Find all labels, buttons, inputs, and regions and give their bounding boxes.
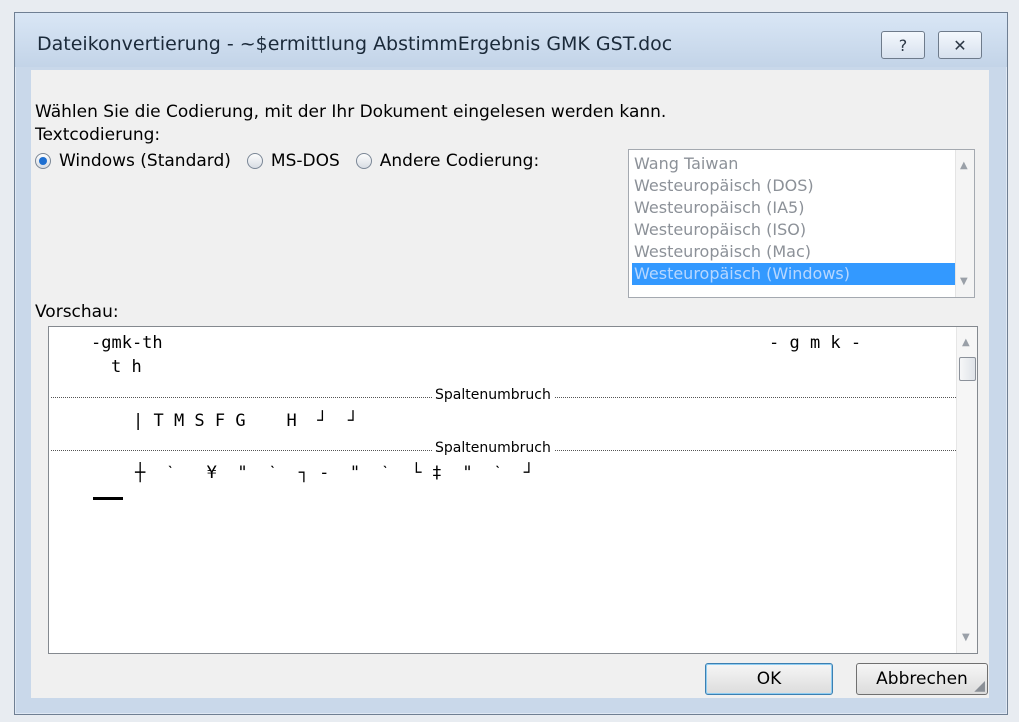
preview-line: -gmk-th (91, 333, 163, 353)
column-break-label: Spaltenumbruch (432, 440, 554, 456)
preview-line: | T M S F G H ┘ ┘ (133, 411, 359, 431)
preview-label: Vorschau: (35, 302, 119, 322)
radio-windows[interactable]: Windows (Standard) (35, 151, 231, 171)
title-bar[interactable]: Dateikonvertierung - ~$ermittlung Abstim… (15, 13, 1007, 67)
close-button[interactable]: ✕ (938, 31, 982, 59)
radio-other-label: Andere Codierung: (379, 151, 540, 171)
help-button[interactable]: ? (881, 31, 925, 59)
preview-scrollbar[interactable]: ▲ ▼ (956, 327, 977, 653)
preview-pane[interactable]: -gmk-th - g m k - t h Spaltenumbruch | T… (48, 326, 978, 654)
encoding-item[interactable]: Westeuropäisch (DOS) (634, 175, 954, 197)
encoding-item-selected[interactable]: Westeuropäisch (Windows) (632, 263, 967, 285)
encoding-listbox[interactable]: Wang Taiwan Westeuropäisch (DOS) Westeur… (628, 149, 975, 298)
preview-line: t h (111, 357, 142, 377)
radio-msdos[interactable]: MS-DOS (246, 151, 340, 171)
preview-line: ┼ ˋ ¥ " ˋ ┐ - " ˋ └ ‡ " ˋ ┘ (135, 463, 535, 483)
cancel-button[interactable]: Abbrechen (856, 663, 988, 695)
radio-msdos-label: MS-DOS (270, 151, 340, 171)
resize-grip-icon[interactable]: ◢ (974, 678, 985, 694)
scrollbar-thumb[interactable] (959, 357, 976, 381)
dialog-body: Wählen Sie die Codierung, mit der Ihr Do… (31, 70, 989, 698)
encoding-radio-group: Windows (Standard) MS-DOS Andere Codieru… (35, 151, 555, 171)
encoding-label: Textcodierung: (35, 125, 161, 145)
scroll-down-icon[interactable]: ▼ (962, 632, 970, 643)
radio-windows-label: Windows (Standard) (59, 151, 231, 171)
encoding-item[interactable]: Wang Taiwan (634, 153, 954, 175)
encoding-item[interactable]: Westeuropäisch (IA5) (634, 197, 954, 219)
window-title: Dateikonvertierung - ~$ermittlung Abstim… (37, 33, 673, 55)
encoding-item[interactable]: Westeuropäisch (Mac) (634, 241, 954, 263)
preview-underline (93, 497, 123, 500)
radio-other[interactable]: Andere Codierung: (355, 151, 540, 171)
scroll-down-icon[interactable]: ▼ (960, 276, 968, 287)
dialog-window: Dateikonvertierung - ~$ermittlung Abstim… (14, 12, 1008, 715)
radio-windows-button[interactable] (35, 153, 51, 169)
radio-other-button[interactable] (355, 153, 372, 169)
help-icon: ? (898, 35, 908, 55)
scroll-up-icon[interactable]: ▲ (960, 160, 968, 171)
column-break-label: Spaltenumbruch (432, 387, 554, 403)
ok-button[interactable]: OK (705, 663, 833, 695)
scroll-up-icon[interactable]: ▲ (962, 337, 970, 348)
instructions-text: Wählen Sie die Codierung, mit der Ihr Do… (35, 102, 667, 122)
preview-line: - g m k - (769, 333, 862, 353)
listbox-scrollbar[interactable]: ▲ ▼ (955, 150, 974, 297)
close-icon: ✕ (953, 35, 967, 55)
radio-msdos-button[interactable] (246, 153, 263, 169)
encoding-item[interactable]: Westeuropäisch (ISO) (634, 219, 954, 241)
